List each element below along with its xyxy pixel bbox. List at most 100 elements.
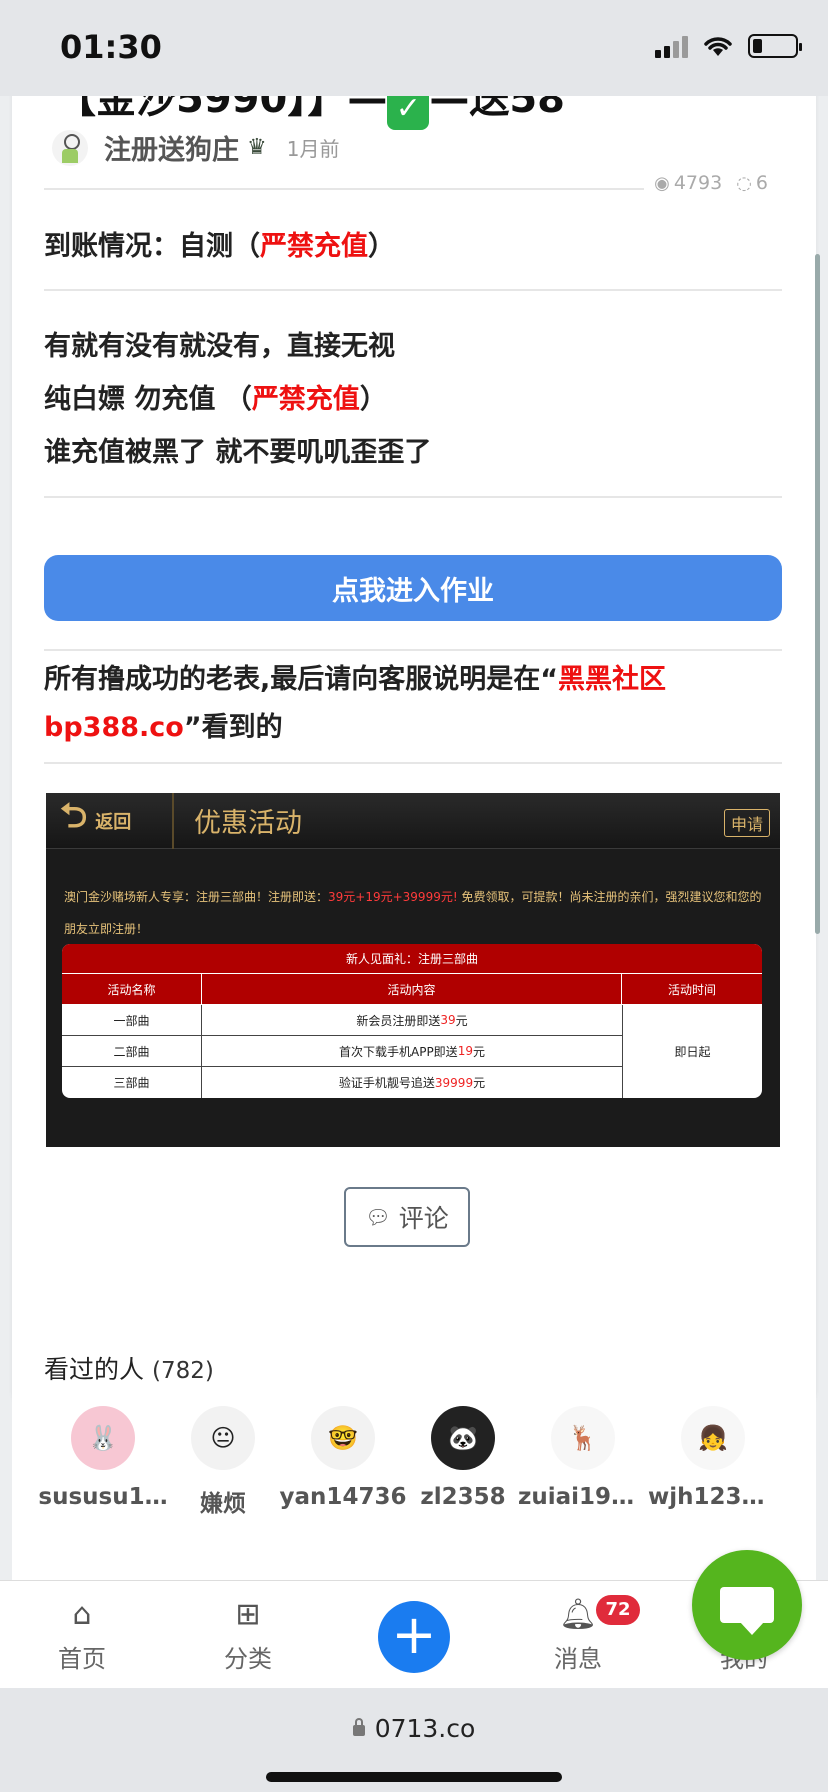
tab-home[interactable]: ⌂ 首页 <box>32 1595 132 1674</box>
author-row: 注册送狗庄 ♛ 1月前 <box>52 128 339 167</box>
browser-url-bar[interactable]: 0713.co <box>0 1688 828 1792</box>
promo-desc-prefix: 澳门金沙赌场新人专享：注册三部曲！注册即送： <box>64 890 329 904</box>
promo-title: 优惠活动 <box>194 808 302 839</box>
promo-time-cell: 即日起 <box>622 1005 762 1098</box>
table-row: 二部曲 首次下载手机APP即送 19 元 <box>62 1036 622 1067</box>
avatar: 👧 <box>681 1406 745 1470</box>
scrollbar[interactable] <box>815 254 820 934</box>
author-avatar[interactable] <box>52 129 88 166</box>
table-cell: 三部曲 <box>62 1067 202 1098</box>
divider <box>44 496 782 498</box>
viewer-item[interactable]: 😐 嫌烦 <box>158 1406 288 1518</box>
post-stats: ◉ 4793 ◌ 6 <box>654 172 768 194</box>
back-arrow-icon: ⮌ <box>60 796 88 836</box>
post-title-text: 【金沙5990】】— <box>56 96 388 122</box>
avatar: 🦌 <box>551 1406 615 1470</box>
promo-table-title: 新人见面礼：注册三部曲 <box>62 944 762 974</box>
cell-unit: 元 <box>473 1076 486 1090</box>
meta-divider <box>44 188 644 190</box>
divider <box>44 649 782 651</box>
check-mark-icon: ✓ <box>387 96 430 130</box>
wifi-icon <box>704 37 732 56</box>
avatar: 🤓 <box>311 1406 375 1470</box>
cell-amount: 39 <box>440 1013 456 1027</box>
text-line-2: 纯白嫖 勿充值 （严禁充值） <box>44 377 387 416</box>
receipt-warning: 严禁充值 <box>260 231 368 262</box>
url-display[interactable]: 0713.co <box>0 1714 828 1743</box>
viewers-title-text: 看过的人 <box>44 1355 145 1384</box>
avatar: 🐰 <box>71 1406 135 1470</box>
viewer-item[interactable]: 🦌 zuiai19998 <box>518 1406 648 1510</box>
promo-image[interactable]: ⮌ 返回 优惠活动 申请 澳门金沙赌场新人专享：注册三部曲！注册即送：39元+1… <box>46 793 780 1147</box>
promo-header: ⮌ 返回 优惠活动 申请 <box>46 793 780 849</box>
table-cell: 新会员注册即送 39 元 <box>202 1005 622 1035</box>
viewer-name: 嫌烦 <box>200 1491 246 1517</box>
comment-button-label: 评论 <box>398 1204 449 1233</box>
text-line-2-prefix: 纯白嫖 勿充值 （ <box>44 384 252 415</box>
status-bar: 01:30 <box>0 0 828 96</box>
note-end: ”看到的 <box>183 712 283 743</box>
author-name[interactable]: 注册送狗庄 <box>104 128 239 167</box>
divider <box>44 289 782 291</box>
table-row: 一部曲 新会员注册即送 39 元 <box>62 1005 622 1036</box>
table-cell: 二部曲 <box>62 1036 202 1066</box>
table-cell: 首次下载手机APP即送 19 元 <box>202 1036 622 1066</box>
cell-text: 新会员注册即送 <box>356 1013 441 1028</box>
promo-back: ⮌ 返回 <box>46 793 174 849</box>
cell-text: 首次下载手机APP即送 <box>339 1044 458 1059</box>
viewer-name: zl2358 <box>420 1484 506 1510</box>
column-header: 活动内容 <box>202 974 622 1004</box>
speech-bubble-icon: 💬︎ <box>365 1205 391 1229</box>
enter-homework-button[interactable]: 点我进入作业 <box>44 555 782 621</box>
post-title-suffix: —送58 <box>429 96 565 122</box>
text-line-2-end: ） <box>359 384 387 415</box>
chat-icon <box>720 1587 774 1635</box>
avatar: 😐 <box>191 1406 255 1470</box>
home-indicator[interactable] <box>266 1772 562 1782</box>
cell-unit: 元 <box>472 1044 485 1059</box>
promo-back-label: 返回 <box>95 811 132 833</box>
home-icon: ⌂ <box>72 1597 92 1632</box>
messages-badge: 72 <box>596 1595 640 1625</box>
receipt-end: ） <box>368 231 395 262</box>
promo-description: 澳门金沙赌场新人专享：注册三部曲！注册即送：39元+19元+39999元! 免费… <box>64 881 764 945</box>
post-card: 【金沙5990】】— ✓ —送58 注册送狗庄 ♛ 1月前 ◉ 4793 ◌ 6 到账情… <box>12 96 816 1406</box>
viewer-item[interactable]: 🤓 yan14736 <box>278 1406 408 1510</box>
comment-button[interactable]: 💬︎ 评论 <box>344 1187 470 1247</box>
promo-apply: 申请 <box>723 809 770 837</box>
status-icons <box>655 34 802 58</box>
column-header: 活动名称 <box>62 974 202 1004</box>
viewer-item[interactable]: 👧 wjh1233… <box>648 1406 778 1510</box>
main-content[interactable]: 【金沙5990】】— ✓ —送58 注册送狗庄 ♛ 1月前 ◉ 4793 ◌ 6 到账情… <box>0 96 828 1580</box>
create-post-button[interactable]: + <box>378 1601 450 1673</box>
status-time: 01:30 <box>60 28 162 66</box>
cell-amount: 19 <box>457 1044 473 1058</box>
cell-unit: 元 <box>455 1013 468 1028</box>
table-cell: 验证手机靓号追送 39999 元 <box>202 1067 622 1098</box>
text-line-1: 有就有没有就没有，直接无视 <box>44 331 395 362</box>
avatar: 🐼 <box>431 1406 495 1470</box>
receipt-label: 到账情况：自测（ <box>44 231 260 262</box>
note-paragraph: 所有撸成功的老表,最后请向客服说明是在“黑黑社区bp388.co”看到的 <box>44 656 784 752</box>
tab-messages-label: 消息 <box>554 1645 602 1673</box>
viewer-name: zuiai19998 <box>518 1484 648 1510</box>
promo-table-header: 活动名称 活动内容 活动时间 <box>62 974 762 1005</box>
viewer-item[interactable]: 🐰 sususu1… <box>38 1406 168 1510</box>
rank-badge-icon: ♛ <box>247 135 267 160</box>
view-count: 4793 <box>673 172 723 194</box>
eye-icon: ◉ <box>654 173 670 194</box>
tab-category-label: 分类 <box>224 1645 272 1673</box>
tab-home-label: 首页 <box>58 1645 106 1673</box>
promo-table: 新人见面礼：注册三部曲 活动名称 活动内容 活动时间 一部曲 新会员注册即送 39… <box>62 944 762 1098</box>
battery-icon <box>748 34 802 58</box>
text-line-2-warning: 严禁充值 <box>251 384 360 415</box>
tab-category[interactable]: ⊞ 分类 <box>198 1595 298 1674</box>
url-text: 0713.co <box>374 1714 476 1743</box>
viewers-count: (782) <box>151 1358 214 1384</box>
comment-count-icon: ◌ <box>736 173 752 194</box>
post-title: 【金沙5990】】— ✓ —送58 <box>56 96 565 130</box>
viewer-item[interactable]: 🐼 zl2358 <box>398 1406 528 1510</box>
promo-table-body: 一部曲 新会员注册即送 39 元 二部曲 首次下载手机APP即送 19 元 三部曲 验证… <box>62 1005 762 1098</box>
chat-button[interactable] <box>692 1550 802 1660</box>
category-grid-icon: ⊞ <box>235 1597 261 1632</box>
